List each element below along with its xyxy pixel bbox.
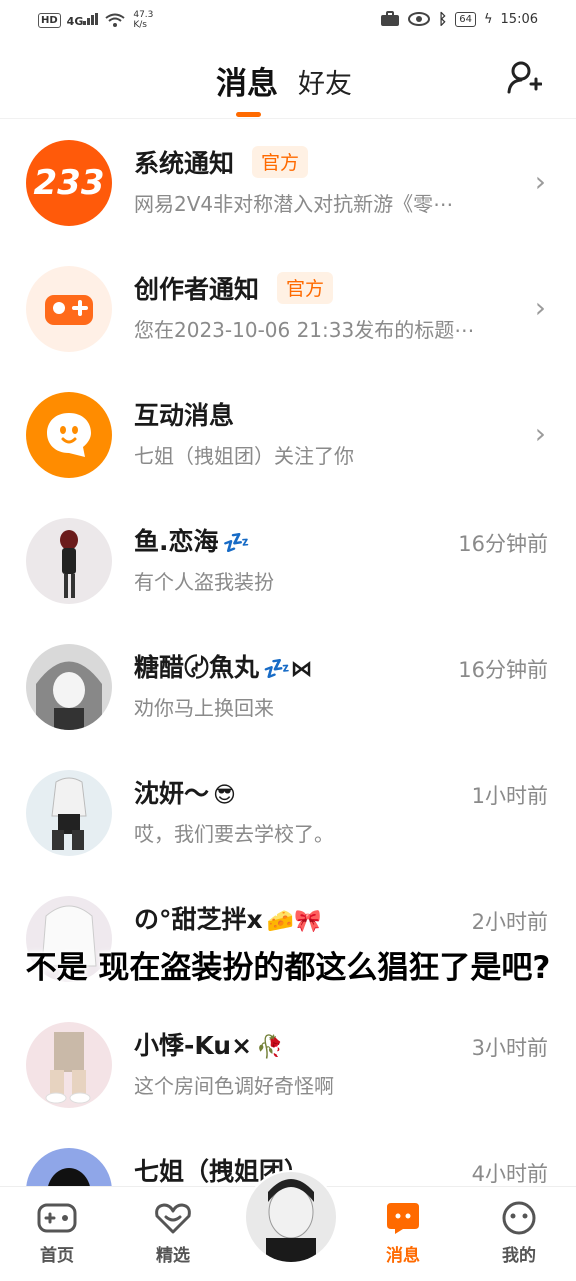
message-preview: 有个人盗我装扮: [134, 570, 274, 594]
message-preview: 劝你马上换回来: [134, 696, 274, 720]
list-item[interactable]: 沈妍～ 😎 1小时前 哎，我们要去学校了。: [0, 750, 576, 876]
contact-name: 糖醋〄魚丸: [134, 653, 260, 682]
clock: 15:06: [500, 11, 538, 27]
cheese-bow-icon: 🧀🎀: [266, 909, 322, 934]
contact-name: 沈妍～: [134, 779, 210, 808]
avatar-interaction: [26, 392, 112, 478]
contact-name: 小悸-Ku×: [134, 1031, 253, 1060]
sunglasses-icon: 😎: [213, 783, 236, 808]
message-preview: 七姐（拽姐团）关注了你: [134, 444, 354, 468]
nav-center-avatar[interactable]: [244, 1170, 338, 1264]
nav-profile[interactable]: 我的: [484, 1201, 554, 1266]
sleep-icon: 💤: [222, 531, 250, 556]
contact-name: の°甜芝拌x: [134, 905, 263, 934]
add-friend-icon[interactable]: [506, 60, 542, 96]
wifi-icon: [105, 13, 125, 27]
hd-indicator: HD: [38, 12, 61, 28]
gamepad-icon: [37, 1203, 77, 1233]
sleep-icon: 💤⋈: [263, 657, 313, 682]
list-item[interactable]: 创作者通知 官方 您在2023-10-06 21:33发布的标题⋯ ›: [0, 246, 576, 372]
signal-icon: 4G: [67, 12, 100, 28]
nav-label: 精选: [156, 1246, 190, 1266]
charging-icon: ϟ: [483, 11, 493, 27]
tab-messages[interactable]: 消息: [216, 58, 278, 103]
timestamp: 16分钟前: [458, 658, 548, 682]
heart-icon: [155, 1203, 191, 1234]
avatar: [26, 770, 112, 856]
timestamp: 2小时前: [471, 910, 548, 934]
briefcase-icon: [381, 11, 400, 26]
timestamp: 16分钟前: [458, 532, 548, 556]
timestamp: 1小时前: [471, 784, 548, 808]
list-item[interactable]: 糖醋〄魚丸 💤⋈ 16分钟前 劝你马上换回来: [0, 624, 576, 750]
list-item[interactable]: 小悸-Ku× 🥀 3小时前 这个房间色调好奇怪啊: [0, 1002, 576, 1128]
message-icon: [387, 1203, 419, 1234]
avatar: [26, 1022, 112, 1108]
list-item[interactable]: 互动消息 七姐（拽姐团）关注了你 ›: [0, 372, 576, 498]
message-preview: 您在2023-10-06 21:33发布的标题⋯: [134, 318, 475, 342]
list-item[interactable]: 233 系统通知 官方 网易2V4非对称潜入对抗新游《零⋯ ›: [0, 120, 576, 246]
nav-label: 我的: [502, 1246, 536, 1266]
nav-messages[interactable]: 消息: [368, 1201, 438, 1266]
header: 消息 好友: [0, 40, 576, 119]
chevron-right-icon: ›: [534, 417, 546, 450]
wilted-rose-icon: 🥀: [256, 1035, 284, 1060]
profile-icon: [502, 1201, 536, 1235]
gamepad-icon: [45, 295, 93, 325]
message-preview: 这个房间色调好奇怪啊: [134, 1074, 334, 1098]
chevron-right-icon: ›: [534, 291, 546, 324]
active-tab-indicator: [236, 112, 261, 117]
bluetooth-icon: ᛒ: [438, 10, 448, 28]
contact-name: 系统通知: [134, 149, 235, 178]
net-speed: 47.3 K/s: [133, 10, 154, 30]
chat-face-icon: [47, 413, 91, 457]
contact-name: 互动消息: [134, 401, 235, 430]
battery-icon: 64: [455, 11, 476, 27]
contact-name: 创作者通知: [134, 275, 260, 304]
official-badge: 官方: [252, 146, 309, 178]
chevron-right-icon: ›: [534, 165, 546, 198]
avatar-233: 233: [26, 140, 112, 226]
contact-name: 鱼.恋海: [134, 527, 219, 556]
avatar: [26, 518, 112, 604]
message-preview: 网易2V4非对称潜入对抗新游《零⋯: [134, 192, 454, 216]
nav-home[interactable]: 首页: [22, 1201, 92, 1266]
nav-label: 消息: [386, 1246, 420, 1266]
official-badge: 官方: [277, 272, 334, 304]
nav-featured[interactable]: 精选: [138, 1201, 208, 1266]
timestamp: 4小时前: [471, 1162, 548, 1186]
tab-friends[interactable]: 好友: [298, 62, 352, 101]
list-item[interactable]: 鱼.恋海 💤 16分钟前 有个人盗我装扮: [0, 498, 576, 624]
nav-label: 首页: [40, 1246, 74, 1266]
video-caption: 不是 现在盗装扮的都这么猖狂了是吧?: [25, 950, 551, 986]
timestamp: 3小时前: [471, 1036, 548, 1060]
avatar: [26, 644, 112, 730]
avatar-creator: [26, 266, 112, 352]
eye-icon: [408, 12, 431, 26]
status-bar: HD 4G 47.3 K/s ᛒ 64 ϟ 15:06: [0, 0, 576, 40]
message-preview: 哎，我们要去学校了。: [134, 822, 334, 846]
